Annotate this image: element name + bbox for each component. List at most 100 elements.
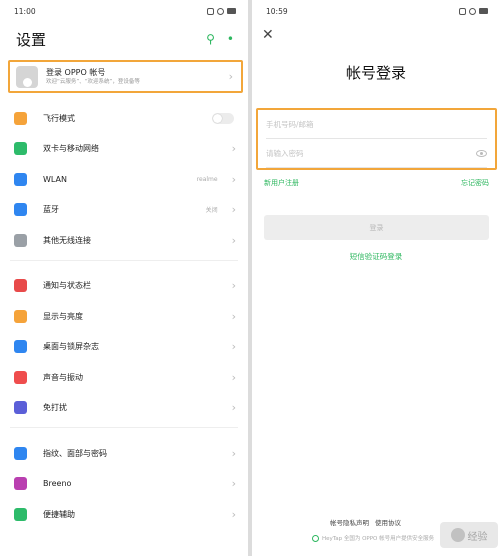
register-link[interactable]: 新用户注册 xyxy=(264,178,299,188)
setting-icon xyxy=(14,477,27,491)
settings-row[interactable]: 显示与亮度 › xyxy=(0,301,248,332)
forgot-password-link[interactable]: 忘记密码 xyxy=(461,178,489,188)
setting-value: 关闭 xyxy=(205,207,218,215)
battery-icon xyxy=(479,8,488,14)
setting-icon xyxy=(14,203,27,217)
setting-label: 蓝牙 xyxy=(43,205,59,215)
setting-value: realme xyxy=(196,175,218,183)
setting-icon xyxy=(14,279,27,293)
settings-row[interactable]: 便捷辅助 › xyxy=(0,499,248,530)
setting-icon xyxy=(14,309,27,323)
setting-label: Breeno xyxy=(43,479,72,489)
settings-row[interactable]: 双卡与移动网络 › xyxy=(0,134,248,165)
settings-list: 飞行模式 双卡与移动网络 › WLAN realme › 蓝牙 关闭 › 其他无线连接 › 通知与状态… xyxy=(0,103,248,530)
settings-header: 设置 ⚲ • xyxy=(0,22,248,56)
headphone-icon xyxy=(217,7,224,15)
status-bar: 10:59 xyxy=(252,0,500,22)
login-title: 帐号登录 xyxy=(345,64,406,82)
toggle-switch[interactable] xyxy=(212,112,234,124)
status-bar: 11:00 xyxy=(0,0,248,22)
credentials-form: 手机号码/邮箱 请输入密码 xyxy=(256,108,497,170)
chevron-right-icon: › xyxy=(231,172,236,186)
eye-icon[interactable] xyxy=(476,149,487,157)
setting-label: 桌面与锁屏杂志 xyxy=(43,342,99,352)
settings-row[interactable]: 其他无线连接 › xyxy=(0,225,248,256)
chevron-right-icon: › xyxy=(231,401,236,415)
setting-label: 通知与状态栏 xyxy=(43,281,91,291)
password-placeholder: 请输入密码 xyxy=(266,148,304,158)
account-title: 登录 OPPO 帐号 xyxy=(46,68,106,77)
setting-label: 双卡与移动网络 xyxy=(43,144,99,154)
setting-icon xyxy=(14,507,27,521)
settings-row[interactable]: Breeno › xyxy=(0,469,248,500)
chevron-right-icon: › xyxy=(231,370,236,384)
chevron-right-icon: › xyxy=(231,507,236,521)
settings-row[interactable]: 飞行模式 xyxy=(0,103,248,134)
chevron-right-icon: › xyxy=(231,446,236,460)
phone-email-placeholder: 手机号码/邮箱 xyxy=(266,119,314,129)
settings-row[interactable]: 通知与状态栏 › xyxy=(0,271,248,302)
login-button[interactable]: 登录 xyxy=(264,215,489,240)
settings-row[interactable]: WLAN realme › xyxy=(0,164,248,195)
password-field[interactable]: 请输入密码 xyxy=(266,139,487,168)
settings-group: 指纹、面部与密码 › Breeno › 便捷辅助 › xyxy=(0,438,248,530)
headphone-icon xyxy=(469,7,476,15)
settings-row[interactable]: 蓝牙 关闭 › xyxy=(0,195,248,226)
chevron-right-icon: › xyxy=(231,477,236,491)
settings-row[interactable]: 免打扰 › xyxy=(0,393,248,424)
page-title: 设置 xyxy=(16,30,47,49)
settings-group: 飞行模式双卡与移动网络 › WLAN realme › 蓝牙 关闭 › 其他无线连接 › xyxy=(0,103,248,256)
settings-row[interactable]: 声音与振动 › xyxy=(0,362,248,393)
alarm-icon xyxy=(459,7,466,15)
account-login-card[interactable]: 登录 OPPO 帐号 欢迎“云服务”、“欢迎系统”，登设备等 › xyxy=(8,60,243,93)
shield-check-icon xyxy=(312,534,319,542)
status-time: 11:00 xyxy=(14,6,36,16)
chevron-right-icon: › xyxy=(231,233,236,247)
avatar xyxy=(16,65,38,88)
footer-note: HeyTap 全国为 OPPO 帐号用户提供安全服务 xyxy=(312,534,434,542)
settings-row[interactable]: 桌面与锁屏杂志 › xyxy=(0,332,248,363)
setting-label: 显示与亮度 xyxy=(43,311,83,321)
divider xyxy=(10,427,238,428)
chevron-right-icon: › xyxy=(231,279,236,293)
setting-icon xyxy=(14,340,27,354)
settings-screen: 11:00 设置 ⚲ • 登录 OPPO 帐号 欢迎“云服务”、“欢迎系统”，登… xyxy=(0,0,248,556)
battery-icon xyxy=(227,8,236,14)
setting-label: 免打扰 xyxy=(43,403,67,413)
setting-label: WLAN xyxy=(43,174,68,184)
setting-icon xyxy=(14,446,27,460)
divider xyxy=(10,259,238,261)
setting-icon xyxy=(14,142,27,156)
setting-label: 指纹、面部与密码 xyxy=(43,448,107,458)
setting-icon xyxy=(14,111,27,125)
alarm-icon xyxy=(207,7,214,15)
settings-group: 通知与状态栏 › 显示与亮度 › 桌面与锁屏杂志 › 声音与振动 › 免打扰 › xyxy=(0,271,248,424)
setting-label: 便捷辅助 xyxy=(43,509,75,519)
search-icon[interactable]: ⚲ xyxy=(206,32,215,46)
microphone-icon[interactable]: • xyxy=(227,32,234,46)
terms-link[interactable]: 使用协议 xyxy=(375,517,401,527)
settings-row[interactable]: 指纹、面部与密码 › xyxy=(0,438,248,469)
status-time: 10:59 xyxy=(266,6,288,16)
setting-label: 飞行模式 xyxy=(43,113,75,123)
login-screen: 10:59 ✕ 帐号登录 手机号码/邮箱 请输入密码 新用户注册 忘记密码 登录… xyxy=(252,0,500,556)
setting-icon xyxy=(14,401,27,415)
setting-label: 声音与振动 xyxy=(43,372,83,382)
privacy-link[interactable]: 帐号隐私声明 xyxy=(330,517,369,527)
paw-icon xyxy=(450,528,465,542)
setting-icon xyxy=(14,233,27,247)
account-subtitle: 欢迎“云服务”、“欢迎系统”，登设备等 xyxy=(46,79,140,85)
setting-icon xyxy=(14,172,27,186)
chevron-right-icon: › xyxy=(231,340,236,354)
sms-login-link[interactable]: 短信验证码登录 xyxy=(252,251,500,262)
footer-links: 帐号隐私声明 使用协议 xyxy=(330,517,401,527)
watermark-logo: 经验 xyxy=(440,522,498,548)
chevron-right-icon: › xyxy=(231,309,236,323)
chevron-right-icon: › xyxy=(231,142,236,156)
watermark-text: 经验 xyxy=(467,531,488,543)
phone-email-field[interactable]: 手机号码/邮箱 xyxy=(266,110,487,139)
chevron-right-icon: › xyxy=(231,203,236,217)
close-icon[interactable]: ✕ xyxy=(262,27,274,43)
setting-icon xyxy=(14,370,27,384)
setting-label: 其他无线连接 xyxy=(43,235,91,245)
